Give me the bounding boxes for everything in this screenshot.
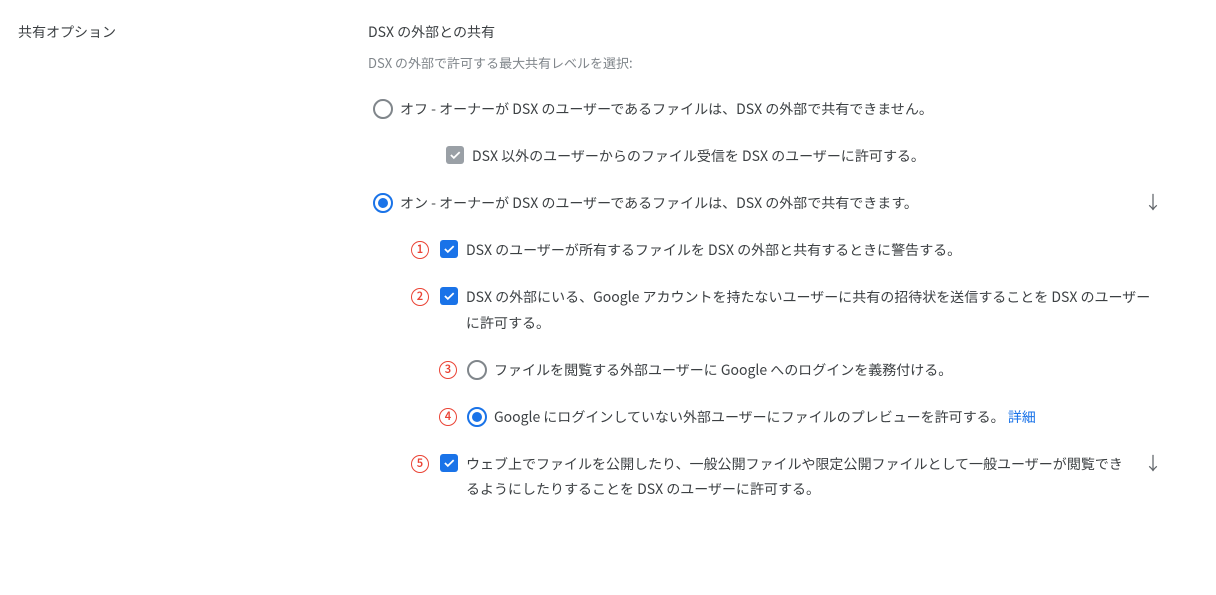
arrow-down-icon: ↓	[1144, 454, 1162, 472]
learn-more-link[interactable]: 詳細	[1008, 407, 1036, 427]
radio-require-google-login-label: ファイルを閲覧する外部ユーザーに Google へのログインを義務付ける。	[492, 358, 1168, 383]
checkbox-warn-external-share[interactable]	[440, 240, 458, 258]
annotation-badge-2: 2	[411, 288, 429, 306]
radio-on-label: オン - オーナーが DSX のユーザーであるファイルは、DSX の外部で共有で…	[398, 191, 1138, 216]
radio-off-label: オフ - オーナーが DSX のユーザーであるファイルは、DSX の外部で共有で…	[398, 97, 1168, 122]
annotation-badge-3: 3	[439, 361, 457, 379]
annotation-badge-5: 5	[411, 455, 429, 473]
checkbox-warn-external-share-label: DSX のユーザーが所有するファイルを DSX の外部と共有するときに警告する。	[464, 238, 1168, 263]
section-subtitle: DSX の外部で許可する最大共有レベルを選択:	[368, 51, 1168, 74]
checkbox-off-allow-receive	[446, 146, 464, 164]
checkbox-allow-publish-web-label: ウェブ上でファイルを公開したり、一般公開ファイルや限定公開ファイルとして一般ユー…	[464, 452, 1138, 502]
checkbox-off-allow-receive-label: DSX 以外のユーザーからのファイル受信を DSX のユーザーに許可する。	[470, 144, 1168, 169]
annotation-badge-1: 1	[411, 241, 429, 259]
checkmark-icon	[442, 289, 456, 303]
section-title: DSX の外部との共有	[368, 20, 1168, 45]
checkbox-allow-invite-no-google-label: DSX の外部にいる、Google アカウントを持たないユーザーに共有の招待状を…	[464, 285, 1168, 335]
radio-on[interactable]	[373, 193, 393, 213]
radio-allow-preview-no-login-label: Google にログインしていない外部ユーザーにファイルのプレビューを許可する。…	[492, 405, 1168, 430]
radio-allow-preview-text: Google にログインしていない外部ユーザーにファイルのプレビューを許可する。	[494, 407, 1008, 427]
radio-off[interactable]	[373, 99, 393, 119]
annotation-badge-4: 4	[439, 408, 457, 426]
checkmark-icon	[442, 456, 456, 470]
arrow-down-icon: ↓	[1144, 193, 1162, 211]
radio-require-google-login[interactable]	[467, 360, 487, 380]
checkmark-icon	[442, 242, 456, 256]
checkbox-allow-publish-web[interactable]	[440, 454, 458, 472]
checkbox-allow-invite-no-google[interactable]	[440, 287, 458, 305]
page-section-title: 共有オプション	[18, 20, 368, 45]
radio-allow-preview-no-login[interactable]	[467, 407, 487, 427]
checkmark-icon	[448, 148, 462, 162]
